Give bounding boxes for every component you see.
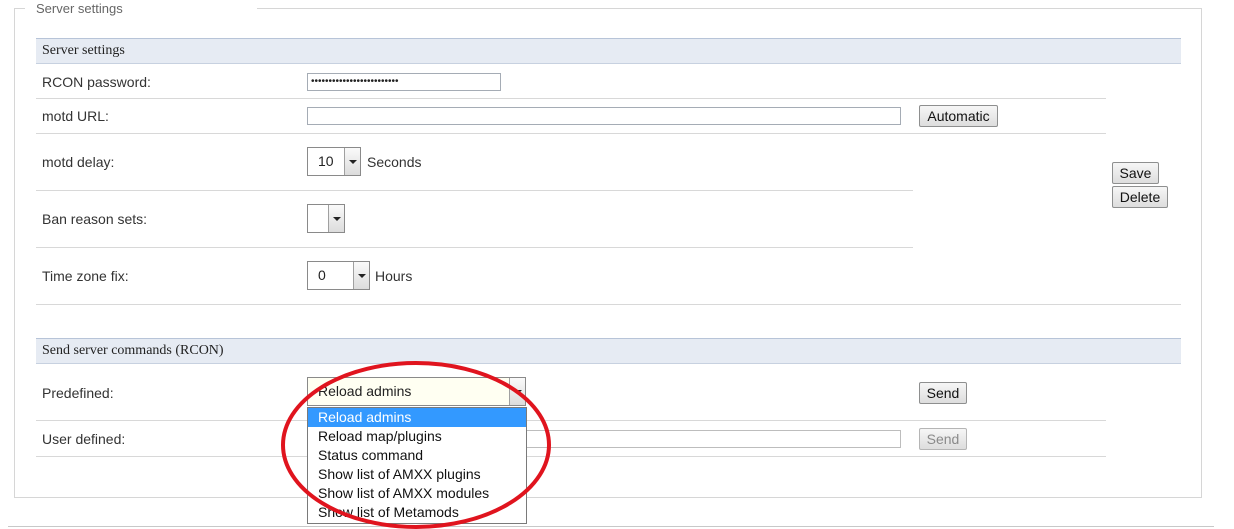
- predefined-label: Predefined:: [42, 385, 114, 401]
- rcon-header: Send server commands (RCON): [36, 338, 1181, 364]
- motd-delay-unit: Seconds: [367, 154, 422, 170]
- row-separator: [527, 420, 1106, 421]
- row-separator: [36, 247, 913, 248]
- predefined-dropdown-list[interactable]: Reload admins Reload map/plugins Status …: [307, 407, 527, 524]
- rcon-password-label: RCON password:: [42, 74, 151, 90]
- motd-url-label: motd URL:: [42, 108, 109, 124]
- row-separator: [36, 190, 913, 191]
- row-separator: [36, 133, 1106, 134]
- time-zone-fix-value: 0: [318, 267, 326, 283]
- motd-delay-value: 10: [318, 153, 334, 169]
- ban-reason-sets-select[interactable]: [307, 204, 345, 233]
- motd-delay-label: motd delay:: [42, 154, 115, 170]
- time-zone-fix-unit: Hours: [375, 268, 413, 284]
- dropdown-option[interactable]: Reload map/plugins: [308, 427, 526, 446]
- time-zone-fix-select[interactable]: 0: [307, 261, 370, 290]
- save-button[interactable]: Save: [1112, 162, 1159, 184]
- chevron-down-icon[interactable]: [509, 378, 525, 405]
- motd-delay-select[interactable]: 10: [307, 147, 361, 176]
- server-settings-header: Server settings: [36, 38, 1181, 64]
- dropdown-option[interactable]: Reload admins: [308, 408, 526, 427]
- motd-url-input[interactable]: [307, 107, 901, 125]
- chevron-down-icon[interactable]: [353, 262, 369, 289]
- row-separator: [527, 456, 1106, 457]
- row-separator: [36, 420, 307, 421]
- fieldset-legend: Server settings: [30, 1, 129, 16]
- dropdown-option[interactable]: Show list of AMXX modules: [308, 484, 526, 503]
- delete-button[interactable]: Delete: [1112, 186, 1168, 208]
- automatic-button[interactable]: Automatic: [919, 105, 998, 127]
- section-separator: [36, 304, 1181, 305]
- server-settings-fieldset: [14, 8, 1202, 498]
- page-bottom-border: [8, 526, 1214, 527]
- chevron-down-icon[interactable]: [344, 148, 360, 175]
- predefined-selected-value: Reload admins: [318, 383, 412, 399]
- predefined-select[interactable]: Reload admins: [307, 377, 526, 406]
- dropdown-option[interactable]: Status command: [308, 446, 526, 465]
- rcon-password-input[interactable]: •••••••••••••••••••••••••: [307, 73, 501, 91]
- chevron-down-icon[interactable]: [328, 205, 344, 232]
- dropdown-option[interactable]: Show list of Metamods: [308, 503, 526, 522]
- row-separator: [36, 456, 307, 457]
- user-defined-label: User defined:: [42, 431, 126, 447]
- ban-reason-sets-label: Ban reason sets:: [42, 211, 148, 227]
- dropdown-option[interactable]: Show list of AMXX plugins: [308, 465, 526, 484]
- predefined-send-button[interactable]: Send: [919, 382, 967, 404]
- time-zone-fix-label: Time zone fix:: [42, 268, 129, 284]
- row-separator: [36, 98, 1106, 99]
- user-defined-send-button[interactable]: Send: [919, 428, 967, 450]
